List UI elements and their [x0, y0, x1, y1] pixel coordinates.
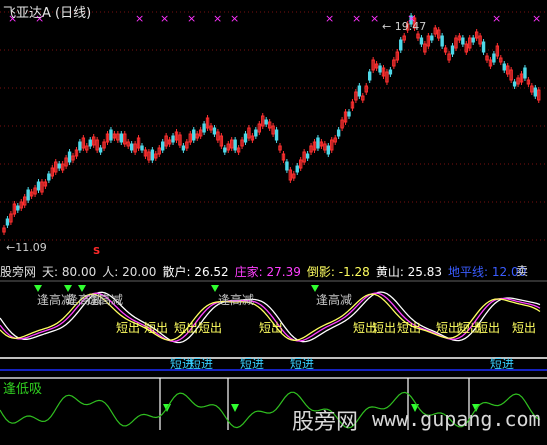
- top-marker: ×: [492, 12, 501, 25]
- candle-body: [357, 85, 362, 97]
- candle-body: [450, 45, 455, 55]
- indicator-sanhu: 散户: 26.52: [162, 265, 229, 279]
- candle-body: [512, 81, 517, 87]
- candle-body: [5, 218, 10, 226]
- chart-canvas[interactable]: × × × × × × × × × × × × ×: [0, 0, 547, 445]
- top-marker: ×: [230, 12, 239, 25]
- short-out-label: 短出: [116, 321, 141, 335]
- top-marker: ×: [213, 12, 222, 25]
- candle-body: [264, 119, 268, 125]
- top-marker: ×: [532, 12, 541, 25]
- short-out-label: 短出: [144, 321, 169, 335]
- short-out-label: 短出: [436, 321, 461, 335]
- candle-body: [523, 67, 527, 79]
- candle-body: [492, 53, 496, 63]
- candle-body: [419, 37, 424, 45]
- top-marker: ×: [160, 12, 169, 25]
- candle-body: [502, 63, 506, 71]
- candle-body: [243, 133, 248, 143]
- candle-body: [440, 35, 444, 47]
- candle-body: [98, 147, 103, 153]
- candle-body: [461, 37, 465, 45]
- short-out-label: 短出: [512, 321, 537, 335]
- indicator-dipingxian: 地平线: 12.00: [448, 265, 527, 279]
- high-price-label: ← 19.47: [382, 20, 427, 33]
- short-in-label: 短进: [240, 357, 265, 371]
- stock-chart-window: × × × × × × × × × × × × × 飞亚达A (日线) ← 19.47 ←11.09 S…: [0, 0, 547, 445]
- top-marker: ×: [135, 12, 144, 25]
- candle-body: [119, 133, 123, 143]
- low-buy-label: 逢低吸: [3, 382, 43, 397]
- candle-body: [47, 173, 51, 181]
- high-reduce-label: 逢高减: [218, 293, 255, 307]
- candle-body: [67, 151, 72, 163]
- short-out-label: 短出: [476, 321, 501, 335]
- candle-body: [181, 145, 186, 151]
- indicator-values-row: 股旁网 天: 80.00 人: 20.00 散户: 26.52 庄家: 27.39 倒影:…: [0, 263, 532, 279]
- short-in-label: 短进: [290, 357, 315, 371]
- candle-body: [223, 147, 227, 153]
- candle-body: [36, 181, 41, 191]
- candle-body: [347, 111, 351, 117]
- candle-body: [78, 141, 82, 151]
- candle-body: [140, 145, 144, 151]
- sell-glyph: 卖: [516, 264, 529, 278]
- watermark-url: www.gupang.com: [372, 407, 541, 431]
- indicator-brand: 股旁网: [0, 265, 37, 279]
- high-reduce-label: 逢高减: [87, 293, 124, 307]
- short-out-label: 短出: [372, 321, 397, 335]
- candle-body: [305, 153, 310, 159]
- candlestick-series: [2, 13, 541, 235]
- candle-body: [430, 35, 434, 41]
- candle-body: [378, 65, 382, 73]
- candle-body: [254, 129, 258, 137]
- candle-body: [399, 39, 403, 51]
- top-marker: ×: [325, 12, 334, 25]
- candle-body: [274, 129, 279, 141]
- candle-body: [26, 189, 30, 201]
- low-buy-arrow: [231, 404, 239, 412]
- candle-body: [16, 205, 20, 211]
- sell-signal-marker: S: [93, 246, 101, 257]
- candle-body: [533, 87, 537, 97]
- indicator-ren: 人: 20.00: [102, 265, 157, 279]
- candle-body: [336, 129, 341, 137]
- candle-body: [171, 135, 175, 143]
- candle-body: [295, 165, 299, 173]
- candle-body: [192, 129, 196, 141]
- candle-body: [150, 149, 155, 161]
- top-marker: ×: [352, 12, 361, 25]
- candle-body: [471, 37, 475, 43]
- short-in-label: 短进: [189, 357, 214, 371]
- short-out-label: 短出: [174, 321, 199, 335]
- low-price-label: ←11.09: [6, 241, 47, 254]
- short-out-label: 短出: [397, 321, 422, 335]
- candle-body: [161, 141, 165, 151]
- indicator-tian: 天: 80.00: [42, 265, 97, 279]
- short-out-label: 短出: [198, 321, 223, 335]
- candle-body: [202, 123, 206, 133]
- indicator-zhuangjia: 庄家: 27.39: [234, 265, 301, 279]
- short-in-label: 短进: [490, 357, 515, 371]
- top-marker: ×: [370, 12, 379, 25]
- candle-body: [316, 137, 320, 149]
- watermark-brand: 股旁网: [292, 410, 359, 435]
- candle-body: [212, 127, 217, 135]
- candle-body: [388, 69, 393, 75]
- indicator-daoying: 倒影: -1.28: [306, 265, 370, 279]
- candle-body: [233, 139, 237, 151]
- top-marker: ×: [187, 12, 196, 25]
- indicator-huangshan: 黄山: 25.83: [375, 265, 443, 279]
- candle-body: [326, 145, 331, 155]
- candle-body: [129, 143, 134, 151]
- candle-body: [368, 71, 372, 81]
- candle-body: [285, 161, 289, 171]
- candle-body: [109, 129, 113, 141]
- stock-title: 飞亚达A (日线): [3, 6, 92, 21]
- short-out-label: 短出: [259, 321, 284, 335]
- candle-body: [481, 41, 486, 53]
- candle-body: [88, 139, 92, 147]
- high-reduce-label: 逢高减: [316, 293, 353, 307]
- candle-body: [57, 163, 61, 169]
